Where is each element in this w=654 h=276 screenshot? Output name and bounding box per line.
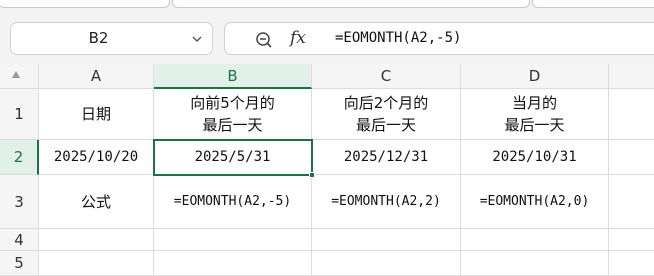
ribbon-group-box	[532, 0, 654, 8]
dialog-launcher-icon[interactable]: ↘	[518, 0, 525, 2]
cell-a4[interactable]	[39, 229, 154, 251]
row-header-4[interactable]: 4	[0, 229, 39, 251]
cell-c1[interactable]: 向后2个月的 最后一天	[312, 89, 461, 140]
zoom-out-icon[interactable]	[255, 31, 273, 49]
cell-e1[interactable]	[609, 89, 654, 140]
cell-c2[interactable]: 2025/12/31	[312, 140, 461, 175]
cell-e2[interactable]	[609, 140, 654, 175]
cell-b2[interactable]: 2025/5/31	[154, 140, 312, 175]
column-header-d[interactable]: D	[461, 64, 609, 89]
row-header-1[interactable]: 1	[0, 89, 39, 140]
cell-b5[interactable]	[154, 251, 312, 276]
select-all-icon	[12, 71, 20, 78]
cell-d5[interactable]	[461, 251, 609, 276]
row-header-5[interactable]: 5	[0, 251, 39, 276]
chevron-down-icon[interactable]	[191, 33, 203, 45]
column-header-c[interactable]: C	[312, 64, 461, 89]
fx-icon[interactable]: fx	[290, 27, 306, 49]
column-header-b[interactable]: B	[154, 64, 312, 89]
name-box-value: B2	[88, 29, 109, 47]
cell-d2[interactable]: 2025/10/31	[461, 140, 609, 175]
ribbon-group-box: ↘	[172, 0, 530, 8]
cell-a3[interactable]: 公式	[39, 175, 154, 229]
ribbon-strip: ↘ ↘	[0, 0, 654, 14]
dialog-launcher-icon[interactable]: ↘	[158, 0, 165, 2]
cell-c3[interactable]: =EOMONTH(A2,2)	[312, 175, 461, 229]
formula-bar: B2 fx =EOMONTH(A2,-5)	[0, 14, 654, 64]
row-header-3[interactable]: 3	[0, 175, 39, 229]
cell-e3[interactable]	[609, 175, 654, 229]
column-header-e[interactable]	[609, 64, 654, 89]
cell-a1[interactable]: 日期	[39, 89, 154, 140]
name-box[interactable]: B2	[10, 22, 213, 55]
spreadsheet-grid: A B C D 1 日期 向前5个月的 最后一天 向后2个月的 最后一天 当月的…	[0, 64, 654, 276]
cell-b1[interactable]: 向前5个月的 最后一天	[154, 89, 312, 140]
cell-a5[interactable]	[39, 251, 154, 276]
select-all-corner[interactable]	[0, 64, 39, 89]
column-header-a[interactable]: A	[39, 64, 154, 89]
cell-c4[interactable]	[312, 229, 461, 251]
cell-e5[interactable]	[609, 251, 654, 276]
row-header-2[interactable]: 2	[0, 140, 39, 175]
cell-d1[interactable]: 当月的 最后一天	[461, 89, 609, 140]
formula-text[interactable]: =EOMONTH(A2,-5)	[335, 23, 461, 54]
cell-d3[interactable]: =EOMONTH(A2,0)	[461, 175, 609, 229]
formula-input-area[interactable]: fx =EOMONTH(A2,-5)	[224, 22, 654, 55]
cell-b4[interactable]	[154, 229, 312, 251]
cell-d4[interactable]	[461, 229, 609, 251]
cell-e4[interactable]	[609, 229, 654, 251]
cell-b3[interactable]: =EOMONTH(A2,-5)	[154, 175, 312, 229]
cell-a2[interactable]: 2025/10/20	[39, 140, 154, 175]
cell-c5[interactable]	[312, 251, 461, 276]
ribbon-group-box: ↘	[0, 0, 170, 8]
